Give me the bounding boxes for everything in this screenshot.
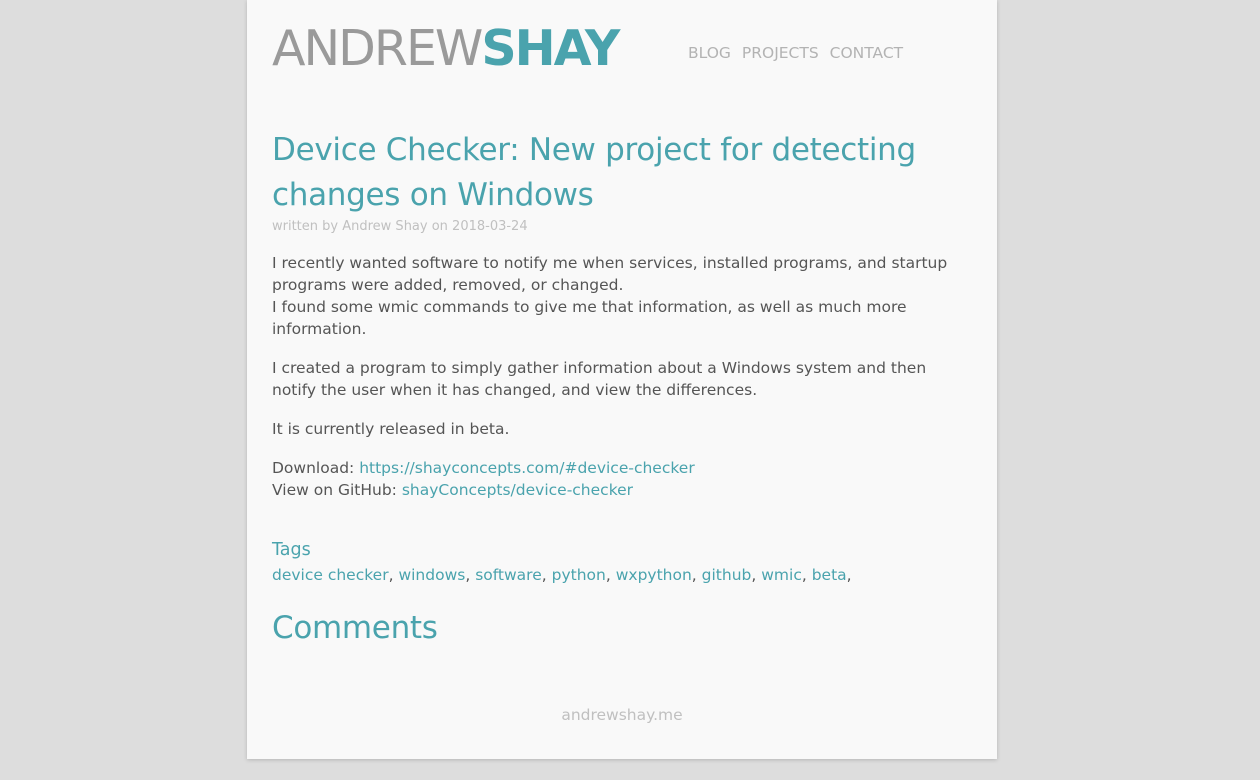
tag-link[interactable]: github bbox=[702, 566, 752, 584]
footer-text: andrewshay.me bbox=[561, 706, 683, 724]
site-logo[interactable]: ANDREWSHAY bbox=[272, 24, 620, 74]
logo-first-name: ANDREW bbox=[272, 20, 483, 77]
tag-link[interactable]: software bbox=[475, 566, 542, 584]
logo-last-name: SHAY bbox=[481, 20, 620, 77]
post-links: Download: https://shayconcepts.com/#devi… bbox=[272, 457, 972, 501]
tag-link[interactable]: python bbox=[552, 566, 606, 584]
nav-blog[interactable]: BLOG bbox=[688, 44, 731, 62]
tags-heading: Tags bbox=[272, 540, 311, 560]
tag-link[interactable]: wmic bbox=[761, 566, 802, 584]
tag-link[interactable]: windows bbox=[398, 566, 465, 584]
post-content: I recently wanted software to notify me … bbox=[272, 252, 972, 518]
post-paragraph-3: It is currently released in beta. bbox=[272, 420, 510, 438]
tag-link[interactable]: device checker bbox=[272, 566, 389, 584]
comments-heading: Comments bbox=[272, 610, 438, 646]
github-label: View on GitHub: bbox=[272, 481, 402, 499]
nav-projects[interactable]: PROJECTS bbox=[742, 44, 819, 62]
paragraph-1-line-2: I found some wmic commands to give me th… bbox=[272, 298, 907, 338]
tag-link[interactable]: wxpython bbox=[616, 566, 692, 584]
tag-link[interactable]: beta bbox=[812, 566, 847, 584]
post-title[interactable]: Device Checker: New project for detectin… bbox=[272, 128, 962, 218]
post-paragraph-1: I recently wanted software to notify me … bbox=[272, 252, 972, 340]
download-label: Download: bbox=[272, 459, 360, 477]
download-link[interactable]: https://shayconcepts.com/#device-checker bbox=[359, 459, 695, 477]
main-nav: BLOG PROJECTS CONTACT bbox=[688, 44, 909, 62]
post-paragraph-2: I created a program to simply gather inf… bbox=[272, 359, 927, 399]
github-link[interactable]: shayConcepts/device-checker bbox=[402, 481, 633, 499]
paragraph-1-line-1: I recently wanted software to notify me … bbox=[272, 254, 948, 294]
tags-list: device checker, windows, software, pytho… bbox=[272, 566, 852, 584]
nav-contact[interactable]: CONTACT bbox=[830, 44, 904, 62]
page-container: ANDREWSHAY BLOG PROJECTS CONTACT Device … bbox=[247, 0, 997, 759]
post-byline: written by Andrew Shay on 2018-03-24 bbox=[272, 219, 528, 234]
